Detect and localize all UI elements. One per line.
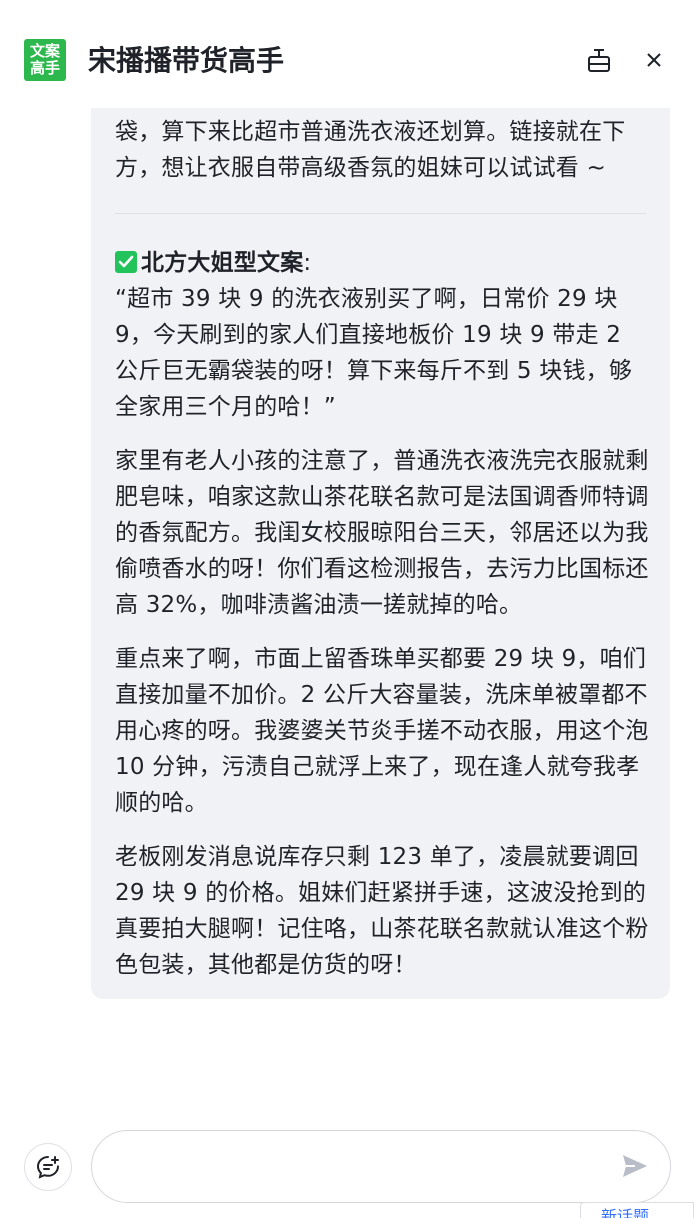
close-icon [647, 53, 661, 67]
floating-tab-label[interactable]: 新话题 [601, 1207, 649, 1218]
app-logo: 文案 高手 [24, 39, 66, 81]
message-input-box[interactable] [91, 1130, 671, 1203]
new-chat-button[interactable] [24, 1143, 72, 1191]
message-input[interactable] [120, 1151, 604, 1185]
logo-line-2: 高手 [29, 59, 60, 77]
page-title: 宋播播带货高手 [88, 44, 285, 77]
message-paragraph-top: 袋，算下来比超市普通洗衣液还划算。链接就在下方，想让衣服自带高级香氛的姐妹可以试… [115, 119, 626, 181]
message-paragraph-5: 老板刚发消息说库存只剩 123 单了，凌晨就要调回 29 块 9 的价格。姐妹们… [115, 844, 649, 978]
section-colon: : [303, 250, 312, 276]
message-paragraph-3: 家里有老人小孩的注意了，普通洗衣液洗完衣服就剩肥皂味，咱家这款山茶花联名款可是法… [115, 448, 649, 618]
divider [115, 213, 646, 214]
send-icon [623, 1155, 647, 1177]
chat-header: 文案 高手 宋播播带货高手 [0, 0, 694, 108]
assistant-message: 袋，算下来比超市普通洗衣液还划算。链接就在下方，想让衣服自带高级香氛的姐妹可以试… [91, 108, 670, 999]
pin-icon [588, 49, 610, 72]
floating-tab[interactable]: 新话题 [580, 1202, 694, 1218]
section-heading: 北方大姐型文案: [115, 245, 650, 281]
close-button[interactable] [638, 44, 670, 76]
send-button[interactable] [620, 1151, 650, 1181]
section-title: 北方大姐型文案 [141, 250, 304, 276]
new-chat-icon [36, 1156, 59, 1179]
message-paragraph-4: 重点来了啊，市面上留香珠单买都要 29 块 9，咱们直接加量不加价。2 公斤大容… [115, 646, 649, 816]
pin-button[interactable] [583, 44, 615, 76]
message-quote: “超市 39 块 9 的洗衣液别买了啊，日常价 29 块 9，今天刷到的家人们直… [115, 286, 633, 420]
logo-line-1: 文案 [29, 42, 60, 60]
checkmark-icon [115, 251, 137, 273]
